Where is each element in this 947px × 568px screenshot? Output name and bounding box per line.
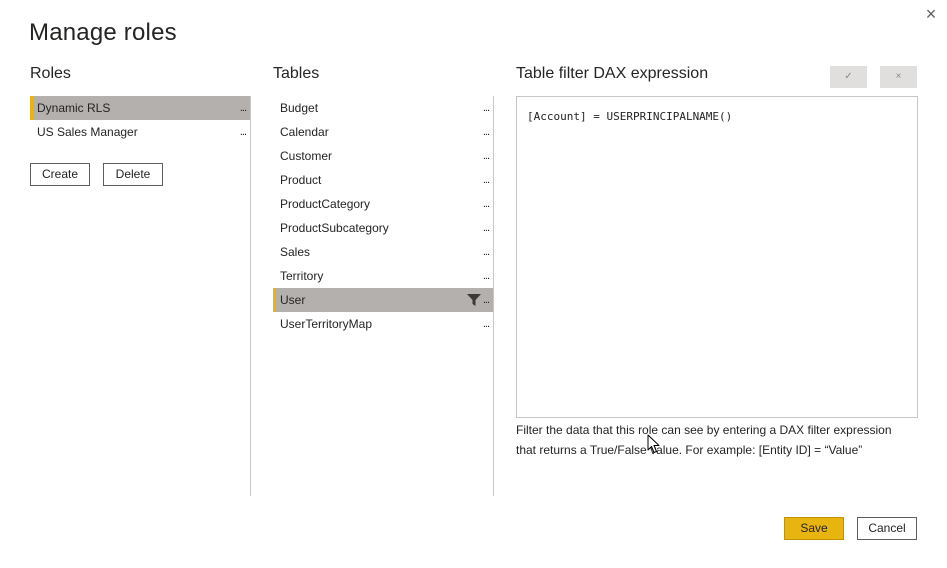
table-item-label: Budget (280, 101, 319, 115)
close-icon[interactable]: × (921, 4, 941, 24)
table-item-budget[interactable]: Budget ... (273, 96, 493, 120)
tables-list: Budget ... Calendar ... Customer ... Pro… (273, 96, 493, 336)
table-item-territory[interactable]: Territory ... (273, 264, 493, 288)
more-options-icon[interactable]: ... (483, 216, 490, 240)
role-item-label: US Sales Manager (37, 125, 138, 139)
roles-title: Roles (30, 65, 71, 82)
table-item-label: ProductCategory (280, 197, 371, 211)
more-options-icon[interactable]: ... (483, 288, 490, 312)
discard-expression-button[interactable]: × (880, 66, 917, 88)
table-item-label: Product (280, 173, 322, 187)
create-button[interactable]: Create (30, 163, 90, 186)
table-item-label: UserTerritoryMap (280, 317, 373, 331)
more-options-icon[interactable]: ... (483, 192, 490, 216)
role-item-dynamic-rls[interactable]: Dynamic RLS ... (30, 96, 250, 120)
dialog-title: Manage roles (29, 19, 177, 46)
table-item-label: Calendar (280, 125, 329, 139)
more-options-icon[interactable]: ... (483, 96, 490, 120)
table-item-customer[interactable]: Customer ... (273, 144, 493, 168)
filter-icon (467, 294, 481, 306)
table-item-label: Customer (280, 149, 333, 163)
table-item-user[interactable]: User ... (273, 288, 493, 312)
more-options-icon[interactable]: ... (483, 120, 490, 144)
more-options-icon[interactable]: ... (240, 96, 247, 120)
dax-help-line-2: that returns a True/False value. For exa… (516, 443, 863, 457)
dax-help-line-1: Filter the data that this role can see b… (516, 423, 892, 437)
tables-title: Tables (273, 65, 320, 82)
role-item-us-sales-manager[interactable]: US Sales Manager ... (30, 120, 250, 144)
more-options-icon[interactable]: ... (483, 144, 490, 168)
table-item-label: ProductSubcategory (280, 221, 389, 235)
more-options-icon[interactable]: ... (483, 264, 490, 288)
table-item-productsubcategory[interactable]: ProductSubcategory ... (273, 216, 493, 240)
more-options-icon[interactable]: ... (483, 240, 490, 264)
delete-button[interactable]: Delete (103, 163, 163, 186)
more-options-icon[interactable]: ... (483, 168, 490, 192)
table-item-label: Sales (280, 245, 311, 259)
table-item-product[interactable]: Product ... (273, 168, 493, 192)
more-options-icon[interactable]: ... (240, 120, 247, 144)
save-button[interactable]: Save (784, 517, 844, 540)
dax-expression-editor[interactable]: [Account] = USERPRINCIPALNAME() (516, 96, 918, 418)
cancel-button[interactable]: Cancel (857, 517, 917, 540)
table-item-calendar[interactable]: Calendar ... (273, 120, 493, 144)
table-item-userterritorymap[interactable]: UserTerritoryMap ... (273, 312, 493, 336)
table-item-label: User (280, 293, 306, 307)
mouse-cursor-icon (647, 434, 660, 453)
divider-roles-tables (250, 96, 251, 496)
table-item-sales[interactable]: Sales ... (273, 240, 493, 264)
roles-list: Dynamic RLS ... US Sales Manager ... (30, 96, 250, 144)
more-options-icon[interactable]: ... (483, 312, 490, 336)
dax-title: Table filter DAX expression (516, 65, 709, 82)
divider-tables-dax (493, 96, 494, 496)
dax-help-text: Filter the data that this role can see b… (516, 420, 916, 460)
dax-expression-text: [Account] = USERPRINCIPALNAME() (527, 110, 733, 123)
confirm-expression-button[interactable]: ✓ (830, 66, 867, 88)
table-item-label: Territory (280, 269, 324, 283)
role-item-label: Dynamic RLS (37, 101, 111, 115)
table-item-productcategory[interactable]: ProductCategory ... (273, 192, 493, 216)
